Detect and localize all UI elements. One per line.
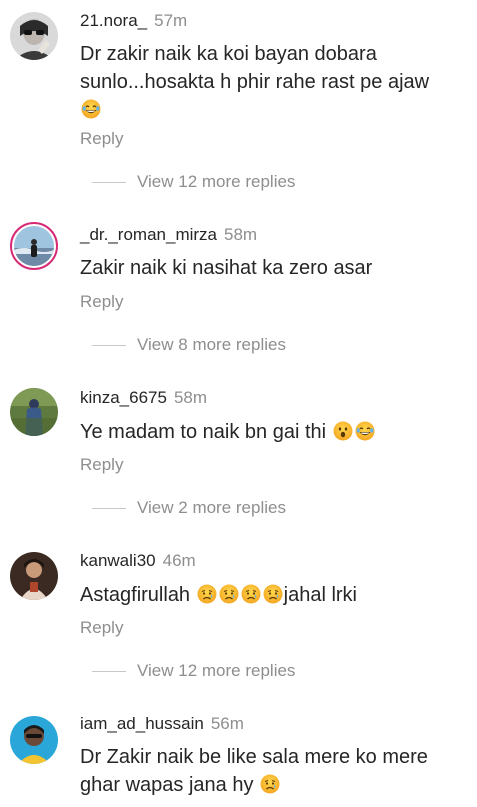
avatar[interactable] bbox=[10, 388, 58, 436]
divider-line bbox=[92, 344, 126, 346]
laughing-tears-emoji-icon bbox=[81, 99, 101, 119]
comment-text: Dr Zakir naik be like sala mere ko mere … bbox=[80, 743, 470, 799]
comment-text: Zakir naik ki nasihat ka zero asar bbox=[80, 254, 470, 282]
divider-line bbox=[92, 670, 126, 672]
comment-text-content: Dr Zakir naik be like sala mere ko mere … bbox=[80, 746, 428, 796]
surprised-emoji-icon bbox=[333, 421, 353, 441]
username[interactable]: 21.nora_ bbox=[80, 11, 147, 30]
sad-tear-emoji-icon bbox=[219, 584, 239, 604]
avatar[interactable] bbox=[10, 716, 58, 764]
reply-button[interactable]: Reply bbox=[80, 129, 123, 149]
reply-button[interactable]: Reply bbox=[80, 292, 123, 312]
reply-button[interactable]: Reply bbox=[80, 618, 123, 638]
view-more-replies-button[interactable]: View 2 more replies bbox=[80, 498, 286, 518]
comment-time: 58m bbox=[224, 225, 258, 244]
view-more-replies-label: View 12 more replies bbox=[137, 661, 296, 680]
avatar[interactable] bbox=[10, 222, 58, 270]
comment-text-content: Astagfirullah bbox=[80, 584, 191, 606]
sad-tear-emoji-icon bbox=[263, 584, 283, 604]
comment-text-content: Zakir naik ki nasihat ka zero asar bbox=[80, 257, 373, 279]
divider-line bbox=[92, 181, 126, 183]
comment-time: 56m bbox=[210, 714, 244, 733]
view-more-replies-label: View 12 more replies bbox=[137, 172, 296, 191]
comment-text-content: Dr zakir naik ka koi bayan dobara sunlo.… bbox=[80, 43, 430, 93]
sad-tear-emoji-icon bbox=[197, 584, 217, 604]
username[interactable]: kanwali30 bbox=[80, 551, 156, 570]
reply-button[interactable]: Reply bbox=[80, 455, 123, 475]
laughing-tears-emoji-icon bbox=[355, 421, 375, 441]
comment-time: 57m bbox=[154, 11, 188, 30]
sad-tear-emoji-icon bbox=[260, 774, 280, 794]
comment-text: Astagfirullah jahal lrki bbox=[80, 581, 470, 609]
view-more-replies-label: View 8 more replies bbox=[137, 335, 286, 354]
view-more-replies-button[interactable]: View 12 more replies bbox=[80, 172, 295, 192]
username[interactable]: _dr._roman_mirza bbox=[80, 225, 217, 244]
sad-tear-emoji-icon bbox=[241, 584, 261, 604]
view-more-replies-label: View 2 more replies bbox=[137, 498, 286, 517]
avatar[interactable] bbox=[10, 552, 58, 600]
avatar[interactable] bbox=[10, 12, 58, 60]
view-more-replies-button[interactable]: View 8 more replies bbox=[80, 335, 286, 355]
comment-text-content: jahal lrki bbox=[283, 584, 357, 606]
view-more-replies-button[interactable]: View 12 more replies bbox=[80, 661, 295, 681]
comment-time: 58m bbox=[173, 388, 208, 407]
comment-text: Ye madam to naik bn gai thi bbox=[80, 418, 470, 446]
comment-text: Dr zakir naik ka koi bayan dobara sunlo.… bbox=[80, 40, 470, 124]
divider-line bbox=[92, 507, 126, 509]
comment-text-content: Ye madam to naik bn gai thi bbox=[80, 421, 327, 443]
username[interactable]: iam_ad_hussain bbox=[80, 714, 204, 733]
username[interactable]: kinza_6675 bbox=[80, 388, 167, 407]
comment-time: 46m bbox=[162, 551, 196, 570]
